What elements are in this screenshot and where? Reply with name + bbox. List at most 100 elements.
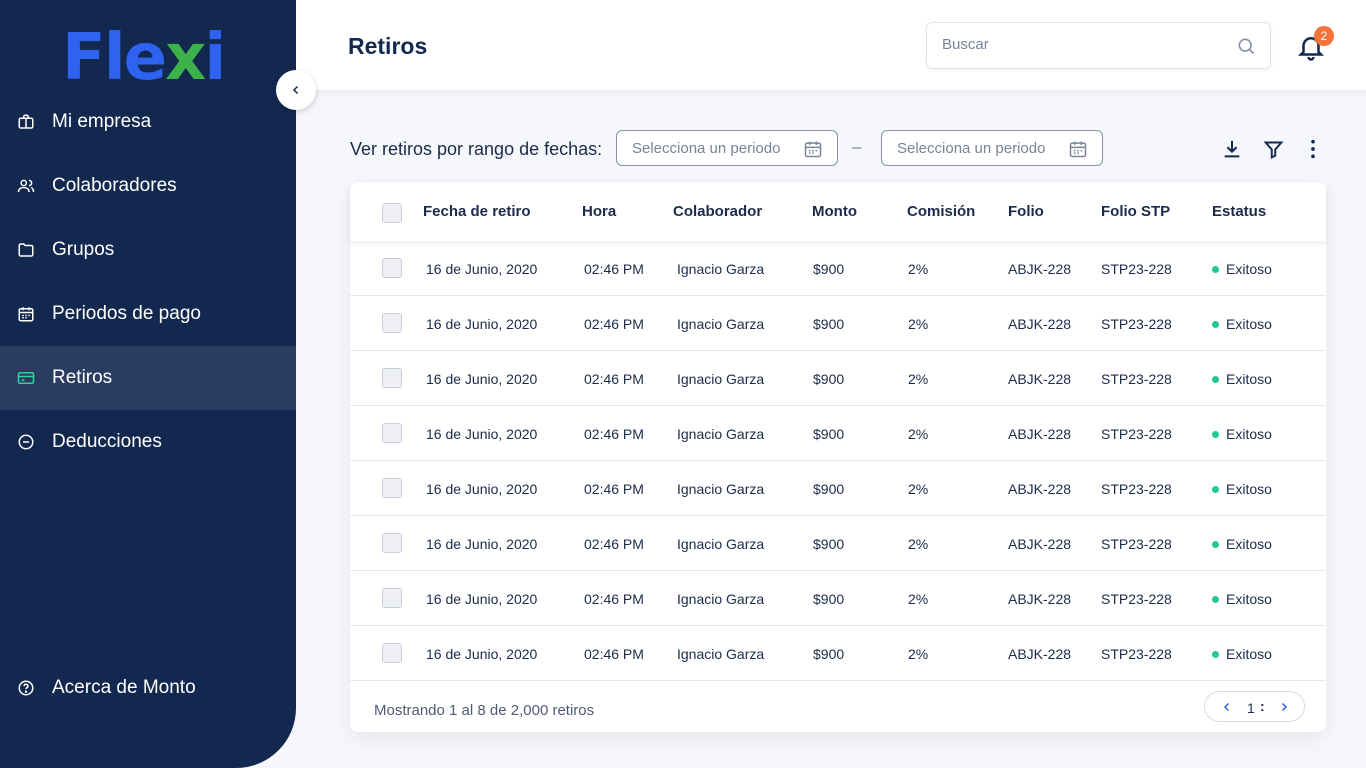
cell-folio-stp: STP23-228 [1101, 536, 1172, 552]
more-vertical-icon[interactable] [1301, 137, 1325, 161]
folder-icon [17, 241, 35, 259]
sidebar-item-periodos-de-pago[interactable]: Periodos de pago [0, 282, 296, 346]
status-label: Exitoso [1226, 371, 1272, 387]
cell-fecha: 16 de Junio, 2020 [426, 646, 538, 662]
cell-colaborador: Ignacio Garza [677, 481, 765, 497]
sidebar-item-colaboradores[interactable]: Colaboradores [0, 154, 296, 218]
cell-estatus: Exitoso [1212, 536, 1272, 552]
table-row[interactable]: 16 de Junio, 2020 02:46 PM Ignacio Garza $9… [350, 241, 1326, 296]
cell-folio-stp: STP23-228 [1101, 371, 1172, 387]
users-icon [17, 177, 35, 195]
cell-monto: $900 [813, 426, 845, 442]
date-range-label: Ver retiros por rango de fechas: [350, 139, 603, 159]
table-row[interactable]: 16 de Junio, 2020 02:46 PM Ignacio Garza $9… [350, 406, 1326, 461]
cell-comision: 2% [908, 481, 929, 497]
calendar-icon [1069, 141, 1087, 158]
end-date-picker[interactable]: Selecciona un periodo [881, 130, 1103, 166]
row-checkbox[interactable] [382, 643, 402, 663]
row-checkbox[interactable] [382, 588, 402, 608]
cell-comision: 2% [908, 536, 929, 552]
cell-folio: ABJK-228 [1008, 646, 1072, 662]
row-checkbox[interactable] [382, 423, 402, 443]
cell-folio-stp: STP23-228 [1101, 591, 1172, 607]
pagination-control: 1 : [1204, 691, 1305, 722]
cell-folio: ABJK-228 [1008, 481, 1072, 497]
sidebar-item-label: Colaboradores [52, 175, 177, 196]
status-label: Exitoso [1226, 646, 1272, 662]
sidebar-item-deducciones[interactable]: Deducciones [0, 410, 296, 474]
column-header-comision[interactable]: Comisión [907, 203, 975, 220]
flexi-logo[interactable]: Flexi [62, 24, 226, 92]
column-header-fecha[interactable]: Fecha de retiro [423, 203, 531, 220]
row-checkbox[interactable] [382, 368, 402, 388]
sidebar-item-retiros[interactable]: Retiros [0, 346, 296, 410]
column-header-monto[interactable]: Monto [812, 203, 857, 220]
row-checkbox[interactable] [382, 478, 402, 498]
sidebar-item-grupos[interactable]: Grupos [0, 218, 296, 282]
cell-hora: 02:46 PM [584, 481, 644, 497]
cell-folio: ABJK-228 [1008, 536, 1072, 552]
filter-icon[interactable] [1261, 137, 1285, 161]
cell-fecha: 16 de Junio, 2020 [426, 536, 538, 552]
status-label: Exitoso [1226, 316, 1272, 332]
start-date-picker[interactable]: Selecciona un periodo [616, 130, 838, 166]
cell-folio: ABJK-228 [1008, 316, 1072, 332]
select-all-checkbox[interactable] [382, 203, 402, 223]
cell-fecha: 16 de Junio, 2020 [426, 591, 538, 607]
cell-folio-stp: STP23-228 [1101, 261, 1172, 277]
sidebar-item-acerca-de-monto[interactable]: Acerca de Monto [0, 656, 296, 720]
cell-hora: 02:46 PM [584, 371, 644, 387]
search-box[interactable] [926, 22, 1271, 69]
cell-monto: $900 [813, 536, 845, 552]
sidebar-nav: Mi empresa Colaboradores Grupos Periodos… [0, 90, 296, 474]
cell-fecha: 16 de Junio, 2020 [426, 261, 538, 277]
sidebar-item-mi-empresa[interactable]: Mi empresa [0, 90, 296, 154]
chevron-left-icon[interactable] [1219, 699, 1235, 715]
cell-monto: $900 [813, 591, 845, 607]
search-input[interactable] [942, 36, 1222, 53]
status-label: Exitoso [1226, 481, 1272, 497]
calendar-icon [804, 141, 822, 158]
download-icon[interactable] [1220, 137, 1244, 161]
sidebar-item-label: Deducciones [52, 431, 162, 452]
table-row[interactable]: 16 de Junio, 2020 02:46 PM Ignacio Garza $9… [350, 461, 1326, 516]
current-page[interactable]: 1 [1247, 700, 1255, 716]
briefcase-icon [17, 113, 35, 131]
row-checkbox[interactable] [382, 533, 402, 553]
cell-folio: ABJK-228 [1008, 591, 1072, 607]
column-header-colaborador[interactable]: Colaborador [673, 203, 762, 220]
cell-hora: 02:46 PM [584, 591, 644, 607]
table-header: Fecha de retiro Hora Colaborador Monto C… [350, 182, 1326, 241]
sidebar-item-label: Periodos de pago [52, 303, 201, 324]
status-dot [1212, 265, 1219, 273]
column-header-estatus[interactable]: Estatus [1212, 203, 1266, 220]
notification-badge: 2 [1314, 26, 1334, 46]
column-header-hora[interactable]: Hora [582, 203, 616, 220]
page-separator: : [1260, 698, 1265, 714]
table-row[interactable]: 16 de Junio, 2020 02:46 PM Ignacio Garza $9… [350, 571, 1326, 626]
cell-comision: 2% [908, 426, 929, 442]
card-icon [17, 369, 35, 387]
cell-fecha: 16 de Junio, 2020 [426, 316, 538, 332]
cell-folio-stp: STP23-228 [1101, 481, 1172, 497]
column-header-folio-stp[interactable]: Folio STP [1101, 203, 1170, 220]
column-header-folio[interactable]: Folio [1008, 203, 1044, 220]
row-checkbox[interactable] [382, 258, 402, 278]
status-label: Exitoso [1226, 426, 1272, 442]
collapse-sidebar-button[interactable] [276, 70, 316, 110]
row-checkbox[interactable] [382, 313, 402, 333]
date-range-separator: – [852, 137, 862, 156]
help-circle-icon [17, 679, 35, 697]
cell-comision: 2% [908, 316, 929, 332]
cell-estatus: Exitoso [1212, 481, 1272, 497]
cell-colaborador: Ignacio Garza [677, 591, 765, 607]
cell-estatus: Exitoso [1212, 591, 1272, 607]
table-row[interactable]: 16 de Junio, 2020 02:46 PM Ignacio Garza $9… [350, 351, 1326, 406]
table-row[interactable]: 16 de Junio, 2020 02:46 PM Ignacio Garza $9… [350, 626, 1326, 681]
cell-colaborador: Ignacio Garza [677, 536, 765, 552]
cell-colaborador: Ignacio Garza [677, 371, 765, 387]
table-row[interactable]: 16 de Junio, 2020 02:46 PM Ignacio Garza $9… [350, 296, 1326, 351]
table-row[interactable]: 16 de Junio, 2020 02:46 PM Ignacio Garza $9… [350, 516, 1326, 571]
search-icon[interactable] [1236, 36, 1256, 61]
chevron-right-icon[interactable] [1276, 699, 1292, 715]
